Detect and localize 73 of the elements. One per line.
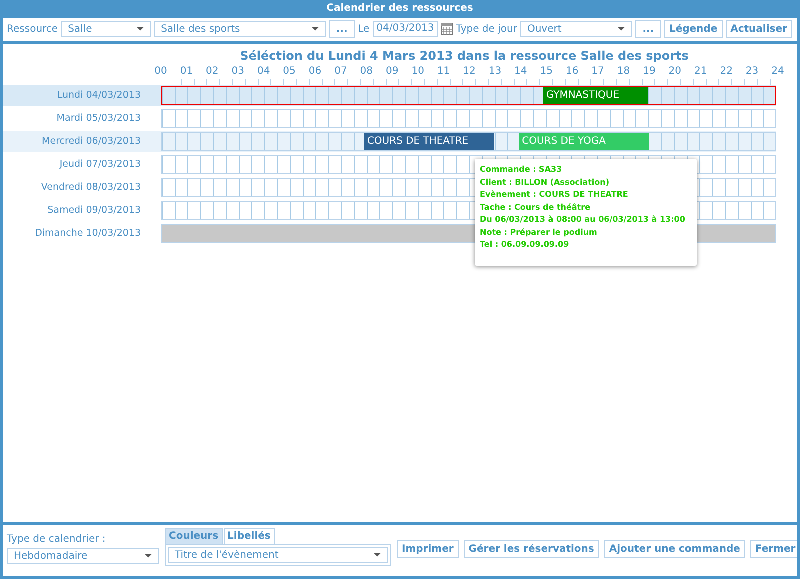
hour-label: 19 [643,66,656,77]
hour-label: 01 [180,66,194,77]
tooltip-line: Du 06/03/2013 à 08:00 au 06/03/2013 à 13:00 [480,214,686,226]
hour-label: 23 [746,66,759,77]
footer-button[interactable]: Imprimer [397,540,459,558]
caret-icon [312,27,320,31]
hour-label: 05 [283,66,296,77]
day-label: Jeudi 07/03/2013 [58,159,142,170]
day-track[interactable] [161,109,776,128]
tooltip-line: Tache : Cours de théâtre [480,202,592,214]
hour-label: 15 [540,66,553,77]
label-dropdown[interactable]: Titre de l'évènement [168,547,388,563]
day-label: Mardi 05/03/2013 [56,113,142,124]
calendar-type-label: Type de calendrier : [7,534,107,545]
caret-icon [374,553,381,557]
resource-type-dropdown[interactable]: Salle [61,21,152,37]
day-track[interactable]: COURS DE THEATRE COURS DE YOGA [161,132,776,151]
hour-label: 09 [386,66,399,77]
more-button[interactable]: ... [329,20,356,38]
event-block[interactable]: COURS DE THEATRE [364,133,494,150]
hour-label: 06 [308,66,322,77]
tooltip-line: Tel : 06.09.09.09.09 [480,239,570,251]
footer-button[interactable]: Fermer [750,540,797,558]
hour-label: 04 [257,66,270,77]
day-type-label: Type de jour [456,24,518,34]
day-label: Dimanche 10/03/2013 [34,228,142,239]
hour-label: 24 [772,66,784,77]
date-field[interactable]: 04/03/2013 [372,21,438,37]
tooltip-line: Note : Préparer le podium [480,226,598,239]
refresh-button[interactable]: Actualiser [726,20,792,38]
window-title: Calendrier des ressources [3,0,797,18]
legend-button[interactable]: Légende [664,20,723,38]
hour-label: 10 [412,66,424,77]
hour-label: 03 [232,66,244,77]
more-button[interactable]: ... [635,20,662,38]
tooltip-line: Client : BILLON (Association) [480,176,610,188]
day-label: Lundi 04/03/2013 [56,90,142,101]
calendar-type-dropdown[interactable]: Hebdomadaire [7,548,159,564]
selection-heading: Séléction du Lundi 4 Mars 2013 dans la ressource Salle des sports [239,48,690,65]
resource-dropdown[interactable]: Salle des sports [154,21,326,37]
hour-label: 13 [488,66,502,77]
hour-label: 00 [154,66,168,77]
day-track[interactable]: GYMNASTIQUE [161,86,776,105]
resource-label: Ressource [7,24,58,34]
hour-label: 20 [668,66,682,77]
hour-label: 14 [514,66,528,77]
tooltip-line: Evènement : COURS DE THEATRE [480,189,630,201]
footer-button[interactable]: Ajouter une commande [604,540,746,558]
date-label: Le [358,24,370,34]
day-label: Samedi 09/03/2013 [46,205,142,216]
caret-icon [618,27,626,31]
day-label: Mercredi 06/03/2013 [41,136,142,147]
hour-label: 21 [694,66,708,77]
day-type-dropdown[interactable]: Ouvert [520,21,632,37]
hour-label: 16 [566,66,579,77]
hour-label: 17 [592,66,604,77]
event-block[interactable]: COURS DE YOGA [519,133,649,150]
tooltip-line: Commande : SA33 [480,164,564,176]
hour-label: 07 [334,66,348,77]
tab[interactable]: Libellés [224,528,275,544]
hour-label: 11 [437,66,450,77]
day-label: Vendredi 08/03/2013 [40,182,142,193]
hour-label: 08 [360,66,374,77]
footer-button[interactable]: Gérer les réservations [464,540,600,558]
hour-label: 02 [206,66,219,77]
tab[interactable]: Couleurs [165,528,223,544]
caret-icon [137,27,144,31]
hour-label: 22 [720,66,733,77]
event-block[interactable]: GYMNASTIQUE [543,87,648,104]
calendar-icon[interactable] [441,23,454,35]
caret-icon [145,554,152,558]
hour-label: 12 [463,66,476,77]
hour-label: 18 [617,66,630,77]
